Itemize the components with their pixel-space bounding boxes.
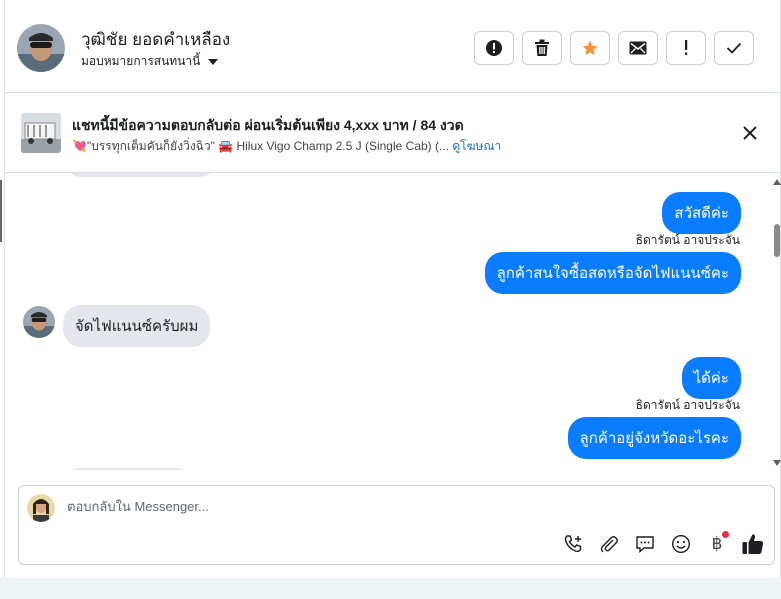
messenger-panel: วุฒิชัย ยอดคำเหลือง มอบหมายการสนทนานี้ แ… [4,0,781,578]
mark-done-button[interactable] [714,31,754,65]
ad-title: แชทนี้มีข้อความตอบกลับต่อ ผ่อนเริ่มต้นเพ… [72,117,464,133]
emoji-icon [671,534,691,554]
ad-subtitle: 💘"บรรทุกเต็มคันก็ยังวิ่งฉิว" 🚘 Hilux Vig… [72,137,501,156]
delete-button[interactable] [522,31,562,65]
saved-reply-icon [636,536,654,554]
star-icon [582,40,598,56]
message-bubble-outgoing: สวัสดีค่ะ [662,192,741,234]
cut-off-message [68,173,213,177]
checkmark-icon [726,42,742,54]
thumbs-up-icon [742,534,764,554]
add-call-icon [564,535,582,552]
emoji-button[interactable] [669,532,693,556]
contact-name: วุฒิชัย ยอดคำเหลือง [81,30,231,49]
chevron-down-icon [208,58,219,65]
conversation-actions [474,31,754,65]
message-bubble-incoming: จัดไฟแนนซ์ครับผม [63,305,211,347]
message-sender-name: ธิดารัตน์ อาจประจัน [635,233,740,247]
message-thread: สวัสดีค่ะ ธิดารัตน์ อาจประจัน ลูกค้าสนใจ… [5,173,770,470]
message-bubble-outgoing: ลูกค้าสนใจซื้อสดหรือจัดไฟแนนซ์คะ [484,252,741,294]
add-call-button[interactable] [561,532,585,556]
payment-button[interactable]: ฿ [705,531,729,556]
reply-input[interactable] [67,499,667,514]
scroll-down-arrow-icon[interactable] [773,460,781,466]
page-background-strip [0,578,781,599]
close-icon[interactable] [742,125,758,141]
assign-conversation-dropdown[interactable]: มอบหมายการสนทนานี้ [81,52,219,71]
contact-avatar[interactable] [17,24,65,72]
window-edge-marker [0,180,2,242]
mark-unread-button[interactable] [618,31,658,65]
saved-reply-button[interactable] [633,532,657,556]
assign-label: มอบหมายการสนทนานี้ [81,54,201,68]
mark-spam-button[interactable] [474,31,514,65]
notification-dot [722,531,729,538]
ad-description: 💘"บรรทุกเต็มคันก็ยังวิ่งฉิว" 🚘 Hilux Vig… [72,139,449,153]
message-composer: ฿ [18,485,775,565]
attach-file-button[interactable] [597,532,621,556]
scrollbar-thumb[interactable] [774,224,780,257]
baht-payment-icon: ฿ [711,534,723,554]
conversation-header: วุฒิชัย ยอดคำเหลือง มอบหมายการสนทนานี้ [5,0,780,93]
message-bubble-outgoing: ลูกค้าอยู่จังหวัดอะไรคะ [567,417,741,459]
star-button[interactable] [570,31,610,65]
contact-avatar-small [23,306,55,338]
envelope-icon [629,41,647,55]
exclamation-icon [685,40,688,55]
page-avatar [27,494,55,522]
paperclip-icon [600,536,618,553]
send-like-button[interactable] [741,532,765,556]
follow-up-button[interactable] [666,31,706,65]
cut-off-message [68,468,188,470]
message-sender-name: ธิดารัตน์ อาจประจัน [635,398,740,412]
message-bubble-outgoing: ได้ค่ะ [681,357,741,399]
trash-icon [535,39,549,56]
ad-thumbnail[interactable] [21,113,61,153]
thread-scrollbar[interactable] [771,173,781,470]
ad-context-banner: แชทนี้มีข้อความตอบกลับต่อ ผ่อนเริ่มต้นเพ… [5,93,780,173]
composer-toolbar: ฿ [561,531,765,556]
exclamation-circle-icon [486,40,502,56]
view-ad-link[interactable]: ดูโฆษณา [452,139,501,153]
scroll-up-arrow-icon[interactable] [773,179,781,185]
